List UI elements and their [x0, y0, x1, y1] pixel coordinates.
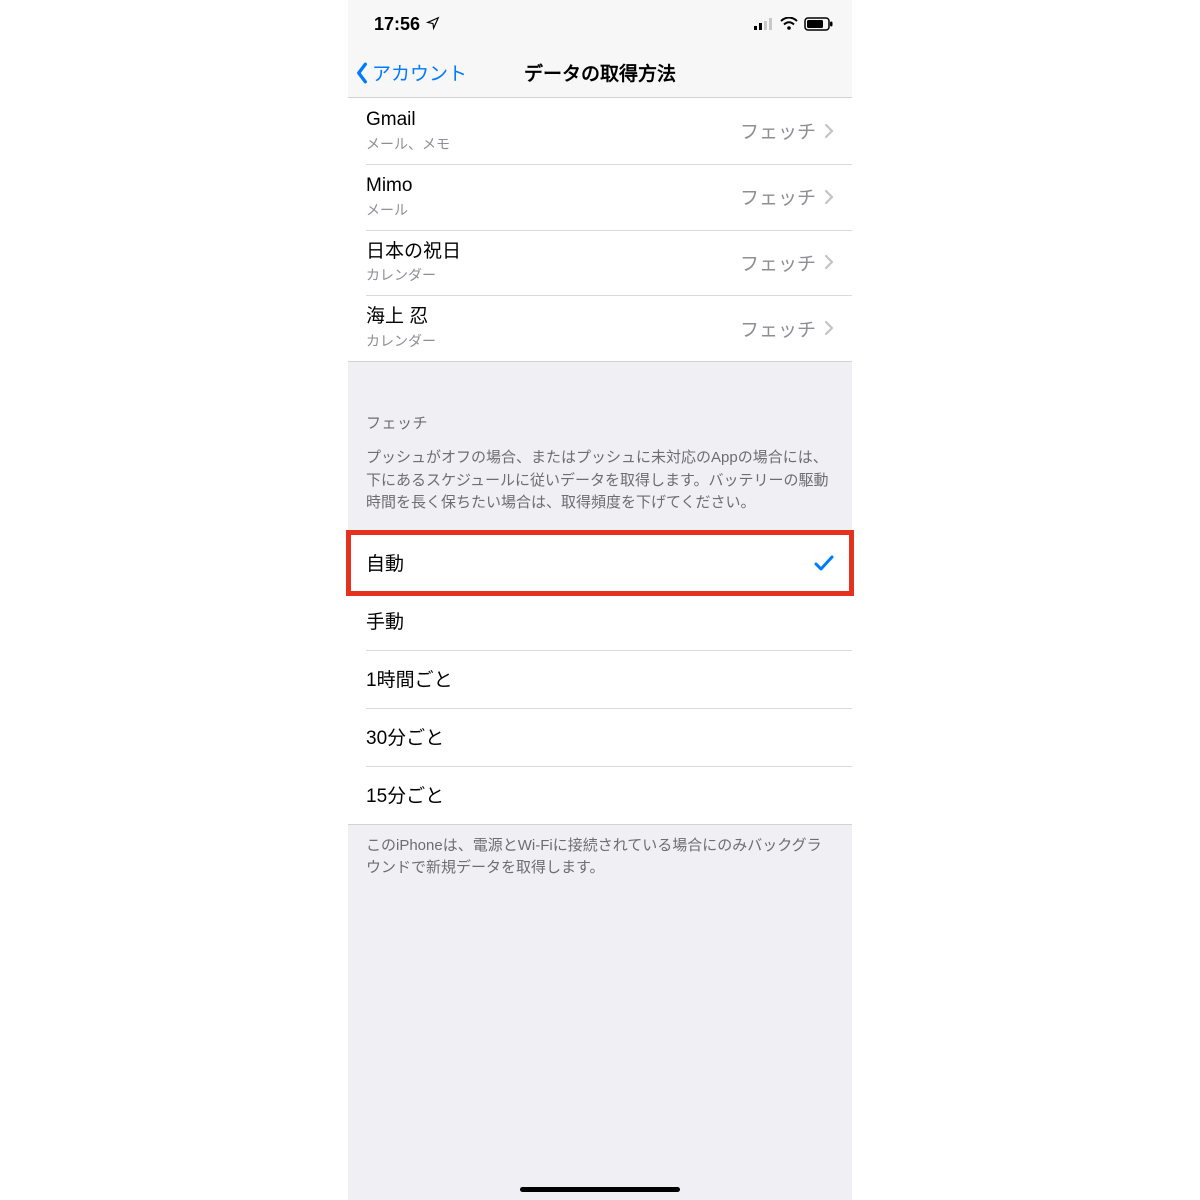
fetch-option-label: 自動 [366, 549, 814, 576]
battery-icon [804, 17, 834, 31]
chevron-right-icon [824, 254, 834, 270]
status-time: 17:56 [374, 14, 420, 35]
back-label: アカウント [372, 59, 467, 86]
account-subtitle: カレンダー [366, 265, 740, 285]
account-fetch-value: フェッチ [740, 117, 816, 144]
account-fetch-value: フェッチ [740, 315, 816, 342]
account-fetch-value: フェッチ [740, 249, 816, 276]
section-spacer [348, 362, 852, 390]
chevron-right-icon [824, 123, 834, 139]
fetch-option[interactable]: 15分ごと [348, 766, 852, 824]
account-row[interactable]: Mimoメールフェッチ [348, 164, 852, 230]
accounts-group: Gmailメール、メモフェッチMimoメールフェッチ日本の祝日カレンダーフェッチ… [348, 98, 852, 362]
home-indicator [520, 1187, 680, 1192]
fetch-option[interactable]: 自動 [348, 534, 852, 592]
navigation-bar: アカウント データの取得方法 [348, 48, 852, 98]
status-bar: 17:56 [348, 0, 852, 48]
account-subtitle: メール、メモ [366, 134, 740, 154]
chevron-right-icon [824, 189, 834, 205]
fetch-option-label: 15分ごと [366, 781, 834, 808]
account-subtitle: カレンダー [366, 331, 740, 351]
cellular-signal-icon [754, 18, 774, 30]
account-row[interactable]: 日本の祝日カレンダーフェッチ [348, 230, 852, 296]
account-fetch-value: フェッチ [740, 183, 816, 210]
account-title: 日本の祝日 [366, 240, 740, 264]
fetch-option-label: 1時間ごと [366, 665, 834, 692]
account-title: Mimo [366, 174, 740, 198]
location-icon [426, 14, 440, 35]
chevron-right-icon [824, 320, 834, 336]
status-right [754, 17, 834, 31]
account-row[interactable]: 海上 忍カレンダーフェッチ [348, 295, 852, 361]
back-button[interactable]: アカウント [354, 59, 467, 86]
fetch-option[interactable]: 1時間ごと [348, 650, 852, 708]
status-left: 17:56 [374, 14, 440, 35]
fetch-section-footer: このiPhoneは、電源とWi-Fiに接続されている場合にのみバックグラウンドで… [348, 825, 852, 898]
account-row[interactable]: Gmailメール、メモフェッチ [348, 98, 852, 164]
fetch-section-header: フェッチ [348, 390, 852, 439]
fetch-option-label: 30分ごと [366, 723, 834, 750]
phone-frame: 17:56 [348, 0, 852, 1200]
fetch-option-label: 手動 [366, 607, 834, 634]
account-subtitle: メール [366, 200, 740, 220]
account-title: 海上 忍 [366, 305, 740, 329]
fetch-option[interactable]: 手動 [348, 592, 852, 650]
account-title: Gmail [366, 108, 740, 132]
fetch-section-description: プッシュがオフの場合、またはプッシュに未対応のAppの場合には、下にあるスケジュ… [348, 439, 852, 533]
fetch-option[interactable]: 30分ごと [348, 708, 852, 766]
wifi-icon [780, 17, 798, 31]
fetch-options-group: 自動手動 1時間ごと 30分ごと 15分ごと [348, 533, 852, 825]
checkmark-icon [814, 554, 834, 572]
